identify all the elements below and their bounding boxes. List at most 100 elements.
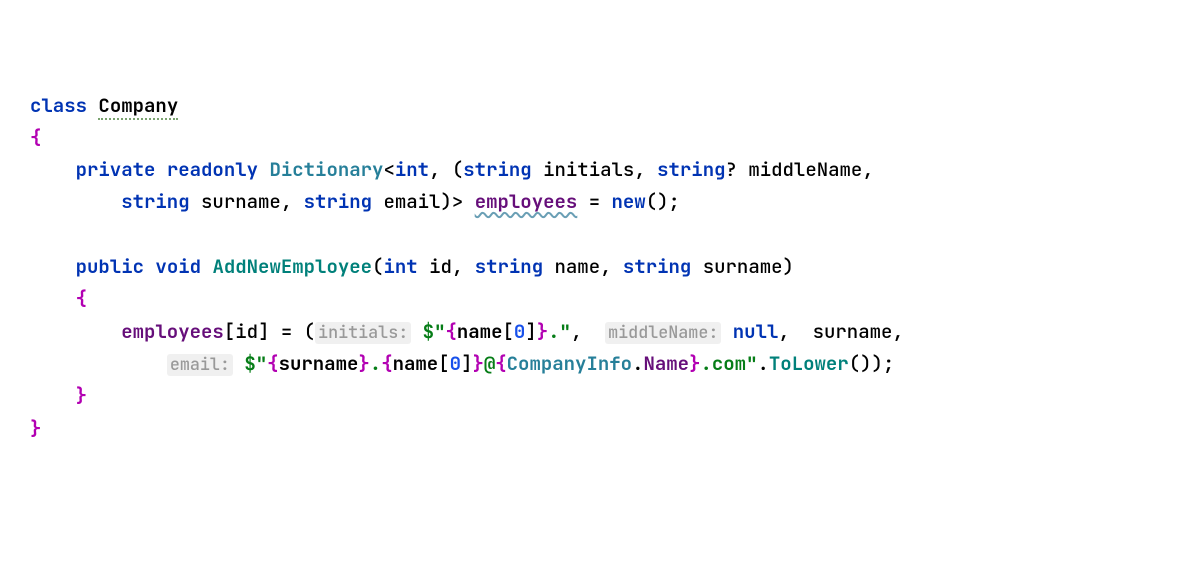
- code-line-7: employees[id] = (initials: $"{name[0]}."…: [30, 316, 1170, 348]
- param-id: id: [429, 254, 452, 279]
- var-id: id: [235, 319, 258, 344]
- semicolon: ;: [669, 189, 680, 214]
- comma: ,: [600, 254, 623, 279]
- inlay-hint-initials: initials:: [315, 322, 411, 344]
- type-string: string: [475, 254, 543, 279]
- assign-op: =: [577, 189, 611, 214]
- interp-name: name: [393, 351, 439, 376]
- keyword-new: new: [612, 189, 646, 214]
- brace-open: {: [76, 286, 87, 311]
- code-line-1: class Company: [30, 90, 1170, 122]
- prop-name: Name: [643, 351, 689, 376]
- method-name: AddNewEmployee: [212, 254, 372, 279]
- tuple-field-surname: surname: [201, 189, 281, 214]
- inlay-hint-middlename: middleName:: [605, 322, 721, 344]
- code-line-blank: [30, 219, 1170, 251]
- tuple-field-initials: initials: [543, 157, 634, 182]
- parens: (): [646, 189, 669, 214]
- keyword-public: public: [76, 254, 144, 279]
- type-string: string: [304, 189, 372, 214]
- type-dictionary: Dictionary: [269, 157, 383, 182]
- interp-brace-close: }: [358, 351, 369, 376]
- bracket-close: ]: [258, 319, 269, 344]
- keyword-class: class: [30, 93, 87, 118]
- tuple-field-email: email: [383, 189, 440, 214]
- paren-open: (: [372, 254, 383, 279]
- paren-close: ): [872, 351, 883, 376]
- inlay-hint-email: email:: [167, 354, 233, 376]
- interp-brace-open: {: [495, 351, 506, 376]
- type-int: int: [383, 254, 417, 279]
- number-zero: 0: [450, 351, 461, 376]
- string-dollar: $: [423, 319, 434, 344]
- tuple-field-middlename: middleName: [748, 157, 862, 182]
- interp-brace-open: {: [445, 319, 456, 344]
- string-quote: ": [560, 319, 571, 344]
- string-dollar: $: [244, 351, 255, 376]
- semicolon: ;: [883, 351, 894, 376]
- paren-close: ): [783, 254, 794, 279]
- string-dot: .: [548, 319, 559, 344]
- paren-close: ): [440, 189, 451, 214]
- string-quote: ": [434, 319, 445, 344]
- comma: ,: [281, 189, 304, 214]
- comma: ,: [429, 157, 452, 182]
- code-line-8: email: $"{surname}.{name[0]}@{CompanyInf…: [30, 348, 1170, 380]
- string-com: .com: [700, 351, 746, 376]
- dot: .: [758, 351, 769, 376]
- code-line-5: public void AddNewEmployee(int id, strin…: [30, 251, 1170, 283]
- code-line-10: }: [30, 413, 1170, 445]
- interp-name: name: [457, 319, 503, 344]
- type-string: string: [463, 157, 531, 182]
- keyword-null: null: [733, 319, 779, 344]
- paren-open: (: [304, 319, 315, 344]
- class-name: Company: [98, 93, 178, 120]
- comma: ,: [634, 157, 657, 182]
- comma: ,: [778, 319, 812, 344]
- method-tolower: ToLower: [769, 351, 849, 376]
- type-string: string: [121, 189, 189, 214]
- string-quote: ": [256, 351, 267, 376]
- field-employees-ref: employees: [121, 319, 224, 344]
- keyword-private: private: [76, 157, 156, 182]
- angle-close: >: [452, 189, 463, 214]
- string-quote: ": [746, 351, 757, 376]
- bracket-open: [: [224, 319, 235, 344]
- param-surname: surname: [703, 254, 783, 279]
- interp-surname: surname: [279, 351, 359, 376]
- assign-op: =: [269, 319, 303, 344]
- bracket-close: ]: [461, 351, 472, 376]
- angle-open: <: [383, 157, 394, 182]
- comma: ,: [892, 319, 903, 344]
- param-name: name: [555, 254, 601, 279]
- field-employees: employees: [475, 189, 578, 214]
- paren-open: (: [452, 157, 463, 182]
- number-zero: 0: [514, 319, 525, 344]
- code-line-4: string surname, string email)> employees…: [30, 186, 1170, 218]
- keyword-void: void: [155, 254, 201, 279]
- code-line-3: private readonly Dictionary<int, (string…: [30, 154, 1170, 186]
- interp-brace-close: }: [537, 319, 548, 344]
- string-dot: .: [370, 351, 381, 376]
- interp-brace-close: }: [472, 351, 483, 376]
- interp-brace-open: {: [381, 351, 392, 376]
- type-companyinfo: CompanyInfo: [507, 351, 632, 376]
- comma: ,: [862, 157, 873, 182]
- string-at: @: [484, 351, 495, 376]
- bracket-open: [: [438, 351, 449, 376]
- type-int: int: [395, 157, 429, 182]
- type-string-nullable: string: [657, 157, 725, 182]
- bracket-open: [: [502, 319, 513, 344]
- code-line-6: {: [30, 283, 1170, 315]
- var-surname: surname: [813, 319, 893, 344]
- dot: .: [632, 351, 643, 376]
- bracket-close: ]: [525, 319, 536, 344]
- brace-close: }: [30, 416, 41, 441]
- code-line-9: }: [30, 380, 1170, 412]
- code-editor: class Company { private readonly Dictiona…: [30, 90, 1170, 445]
- comma: ,: [571, 319, 605, 344]
- comma: ,: [452, 254, 475, 279]
- nullable-q: ?: [726, 157, 737, 182]
- brace-open: {: [30, 125, 41, 150]
- interp-brace-open: {: [267, 351, 278, 376]
